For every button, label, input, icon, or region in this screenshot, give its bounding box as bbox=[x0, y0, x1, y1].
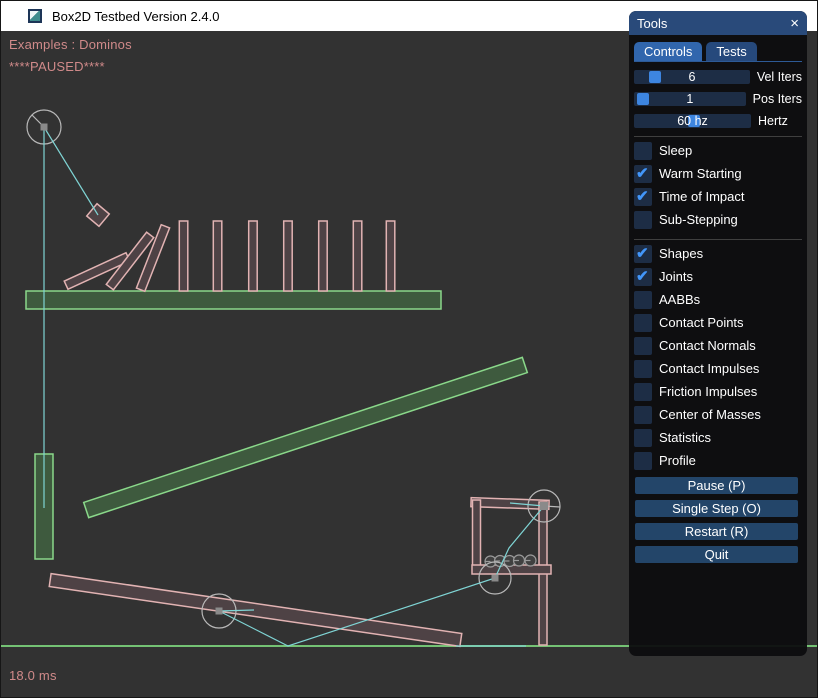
warm-starting-checkbox[interactable]: ✔ bbox=[634, 165, 652, 183]
contact-impulses-checkbox[interactable] bbox=[634, 360, 652, 378]
hertz-slider[interactable]: 60 hz bbox=[634, 114, 751, 128]
sim-checkbox-group: Sleep ✔ Warm Starting ✔ Time of Impact Sub-St… bbox=[634, 139, 802, 231]
statistics-label: Statistics bbox=[659, 430, 711, 445]
checkbox-row: ✔ Time of Impact bbox=[634, 185, 802, 208]
center-of-masses-checkbox[interactable] bbox=[634, 406, 652, 424]
sub-stepping-checkbox[interactable] bbox=[634, 211, 652, 229]
upright-domino bbox=[249, 221, 258, 291]
vel-iters-slider[interactable]: 6 bbox=[634, 70, 750, 84]
sub-stepping-label: Sub-Stepping bbox=[659, 212, 738, 227]
draw-checkbox-group: ✔ Shapes ✔ Joints AABBs Contact Points Contact… bbox=[634, 242, 802, 472]
joints-label: Joints bbox=[659, 269, 693, 284]
window-title: Box2D Testbed Version 2.4.0 bbox=[52, 9, 219, 24]
contact-normals-label: Contact Normals bbox=[659, 338, 756, 353]
checkbox-row: AABBs bbox=[634, 288, 802, 311]
checkbox-row: Friction Impulses bbox=[634, 380, 802, 403]
checkbox-row: ✔ Joints bbox=[634, 265, 802, 288]
domino-platform bbox=[26, 291, 441, 309]
tab-bar: Controls Tests bbox=[634, 40, 802, 62]
upright-domino bbox=[213, 221, 222, 291]
aabbs-checkbox[interactable] bbox=[634, 291, 652, 309]
checkmark-icon: ✔ bbox=[636, 187, 649, 205]
center-of-masses-label: Center of Masses bbox=[659, 407, 761, 422]
joint-anchor bbox=[540, 502, 548, 510]
friction-impulses-checkbox[interactable] bbox=[634, 383, 652, 401]
frame-left-post bbox=[473, 500, 481, 572]
app-window: Box2D Testbed Version 2.4.0 × Examples :… bbox=[0, 0, 818, 698]
profile-checkbox[interactable] bbox=[634, 452, 652, 470]
paused-label: ****PAUSED**** bbox=[9, 59, 105, 74]
time-of-impact-checkbox[interactable]: ✔ bbox=[634, 188, 652, 206]
tools-close-icon[interactable]: × bbox=[790, 16, 799, 31]
slider-group: 6 Vel Iters 1 Pos Iters 60 hz bbox=[634, 70, 802, 128]
checkbox-row: Sub-Stepping bbox=[634, 208, 802, 231]
tools-titlebar[interactable]: Tools × bbox=[629, 11, 807, 35]
profile-label: Profile bbox=[659, 453, 696, 468]
hertz-label: Hertz bbox=[758, 114, 788, 128]
contact-normals-checkbox[interactable] bbox=[634, 337, 652, 355]
separator bbox=[634, 136, 802, 137]
tab-controls[interactable]: Controls bbox=[634, 42, 702, 61]
checkbox-row: Contact Points bbox=[634, 311, 802, 334]
checkbox-row: Profile bbox=[634, 449, 802, 472]
app-icon bbox=[28, 9, 42, 23]
sleep-label: Sleep bbox=[659, 143, 692, 158]
quit-button[interactable]: Quit bbox=[635, 546, 798, 563]
upright-domino bbox=[284, 221, 293, 291]
pos-iters-slider[interactable]: 1 bbox=[634, 92, 746, 106]
button-group: Pause (P) Single Step (O) Restart (R) Qu… bbox=[634, 477, 802, 563]
joint-line bbox=[44, 127, 98, 215]
frame-time-label: 18.0 ms bbox=[9, 668, 57, 683]
pos-iters-label: Pos Iters bbox=[753, 92, 802, 106]
vel-iters-value: 6 bbox=[634, 70, 750, 84]
example-label: Examples : Dominos bbox=[9, 37, 132, 52]
sleep-checkbox[interactable] bbox=[634, 142, 652, 160]
joint-anchor bbox=[216, 608, 223, 615]
friction-impulses-label: Friction Impulses bbox=[659, 384, 757, 399]
checkbox-row: Contact Normals bbox=[634, 334, 802, 357]
leaning-domino bbox=[136, 225, 169, 292]
upright-domino bbox=[179, 221, 188, 291]
single-step-button[interactable]: Single Step (O) bbox=[635, 500, 798, 517]
tools-window: Tools × Controls Tests 6 Vel Iters bbox=[629, 11, 807, 656]
checkbox-row: Contact Impulses bbox=[634, 357, 802, 380]
checkmark-icon: ✔ bbox=[636, 244, 649, 262]
contact-points-label: Contact Points bbox=[659, 315, 744, 330]
joint-anchor bbox=[41, 124, 48, 131]
upright-domino bbox=[353, 221, 362, 291]
pos-iters-value: 1 bbox=[634, 92, 746, 106]
pause-button[interactable]: Pause (P) bbox=[635, 477, 798, 494]
tab-tests[interactable]: Tests bbox=[706, 42, 756, 61]
checkbox-row: Statistics bbox=[634, 426, 802, 449]
checkmark-icon: ✔ bbox=[636, 164, 649, 182]
seesaw-plank bbox=[49, 574, 462, 647]
shapes-label: Shapes bbox=[659, 246, 703, 261]
time-of-impact-label: Time of Impact bbox=[659, 189, 744, 204]
contact-points-checkbox[interactable] bbox=[634, 314, 652, 332]
checkbox-row: Center of Masses bbox=[634, 403, 802, 426]
separator bbox=[634, 239, 802, 240]
contact-impulses-label: Contact Impulses bbox=[659, 361, 759, 376]
statistics-checkbox[interactable] bbox=[634, 429, 652, 447]
warm-starting-label: Warm Starting bbox=[659, 166, 742, 181]
aabbs-label: AABBs bbox=[659, 292, 700, 307]
long-ramp bbox=[84, 357, 528, 517]
upright-domino bbox=[386, 221, 395, 291]
checkbox-row: ✔ Shapes bbox=[634, 242, 802, 265]
checkbox-row: Sleep bbox=[634, 139, 802, 162]
vel-iters-label: Vel Iters bbox=[757, 70, 802, 84]
checkbox-row: ✔ Warm Starting bbox=[634, 162, 802, 185]
restart-button[interactable]: Restart (R) bbox=[635, 523, 798, 540]
hertz-value: 60 hz bbox=[634, 114, 751, 128]
checkmark-icon: ✔ bbox=[636, 267, 649, 285]
tools-title: Tools bbox=[637, 16, 790, 31]
upright-domino bbox=[319, 221, 328, 291]
joint-anchor bbox=[492, 575, 499, 582]
joints-checkbox[interactable]: ✔ bbox=[634, 268, 652, 286]
shapes-checkbox[interactable]: ✔ bbox=[634, 245, 652, 263]
